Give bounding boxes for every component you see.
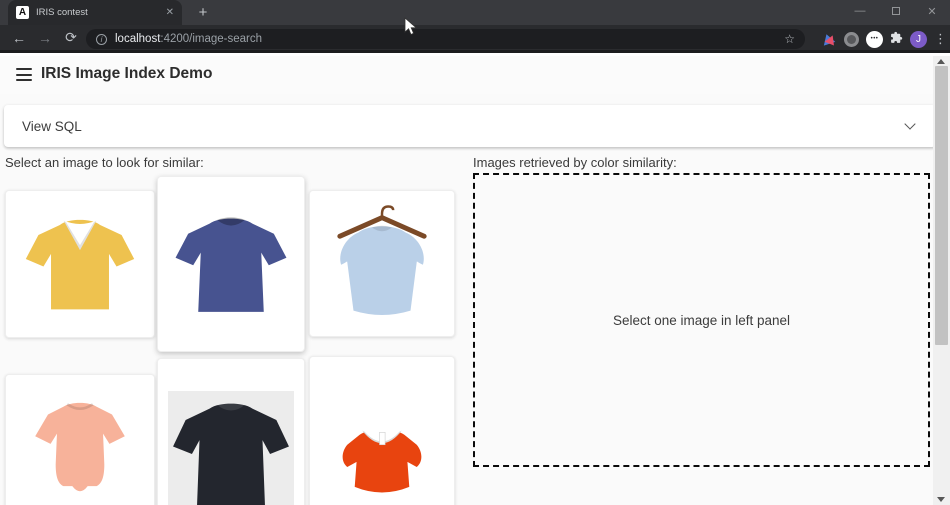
bookmark-star-icon[interactable]: ☆	[784, 32, 795, 46]
scroll-down-icon[interactable]	[937, 497, 945, 502]
tab-title: IRIS contest	[36, 7, 159, 18]
browser-tab[interactable]: A IRIS contest ✕	[8, 0, 182, 25]
maximize-button[interactable]	[878, 0, 914, 22]
extensions-puzzle-icon[interactable]	[890, 31, 903, 47]
image-card-blue-tee[interactable]	[157, 176, 305, 352]
image-black-tee	[168, 369, 294, 505]
results-dropzone: Select one image in left panel	[473, 173, 930, 467]
image-peach-onesie	[16, 385, 144, 505]
extension-gray-icon[interactable]	[844, 32, 859, 47]
image-orange-crop-top	[320, 397, 444, 505]
scroll-up-icon[interactable]	[937, 59, 945, 64]
page-scrollbar[interactable]	[933, 56, 950, 505]
back-button[interactable]: ←	[6, 30, 32, 46]
toolbar-extensions: ••• J ⋮	[822, 28, 944, 50]
tab-strip: A IRIS contest ✕ + — ✕	[0, 0, 950, 25]
image-card-black-tee[interactable]	[157, 358, 305, 505]
tab-close-icon[interactable]: ✕	[166, 7, 174, 18]
profile-avatar[interactable]: J	[910, 31, 927, 48]
new-tab-button[interactable]: +	[192, 3, 214, 23]
scrollbar-thumb[interactable]	[935, 66, 948, 345]
image-yellow-tee	[16, 201, 144, 327]
view-sql-label: View SQL	[22, 119, 82, 134]
results-placeholder-text: Select one image in left panel	[613, 313, 790, 328]
app-header: IRIS Image Index Demo	[0, 56, 933, 94]
right-panel-label: Images retrieved by color similarity:	[473, 155, 677, 170]
site-info-icon[interactable]: i	[96, 34, 107, 45]
extension-colorful-icon[interactable]	[822, 32, 837, 47]
reload-button[interactable]: ⟳	[58, 29, 84, 46]
maximize-icon	[892, 7, 900, 15]
image-blue-tee	[168, 187, 294, 341]
url-path: :4200/image-search	[160, 33, 262, 45]
url-text: localhost:4200/image-search	[115, 33, 784, 45]
address-bar[interactable]: i localhost:4200/image-search ☆	[86, 29, 805, 49]
browser-menu-icon[interactable]: ⋮	[934, 31, 944, 47]
minimize-button[interactable]: —	[842, 0, 878, 22]
app-page: IRIS Image Index Demo View SQL Select an…	[0, 56, 950, 505]
url-host: localhost	[115, 33, 160, 45]
image-blue-blouse	[320, 201, 444, 326]
close-window-button[interactable]: ✕	[914, 0, 950, 22]
chevron-down-icon[interactable]	[904, 118, 915, 129]
image-card-blue-blouse[interactable]	[309, 190, 455, 337]
extension-dots-icon[interactable]: •••	[866, 31, 883, 48]
left-panel-label: Select an image to look for similar:	[5, 155, 204, 170]
image-card-orange-crop-top[interactable]	[309, 356, 455, 505]
hamburger-menu-icon[interactable]	[16, 68, 32, 81]
mouse-cursor	[404, 17, 418, 37]
window-controls: — ✕	[842, 0, 950, 22]
forward-button[interactable]: →	[32, 30, 58, 46]
browser-chrome: A IRIS contest ✕ + — ✕ ← → ⟳ i localhost…	[0, 0, 950, 56]
tab-favicon-icon: A	[16, 6, 29, 19]
view-sql-expansion-panel[interactable]: View SQL	[4, 105, 936, 147]
image-card-peach-onesie[interactable]	[5, 374, 155, 505]
page-title: IRIS Image Index Demo	[41, 65, 212, 83]
image-card-yellow-tee[interactable]	[5, 190, 155, 338]
browser-toolbar: ← → ⟳ i localhost:4200/image-search ☆ ••…	[0, 25, 950, 53]
